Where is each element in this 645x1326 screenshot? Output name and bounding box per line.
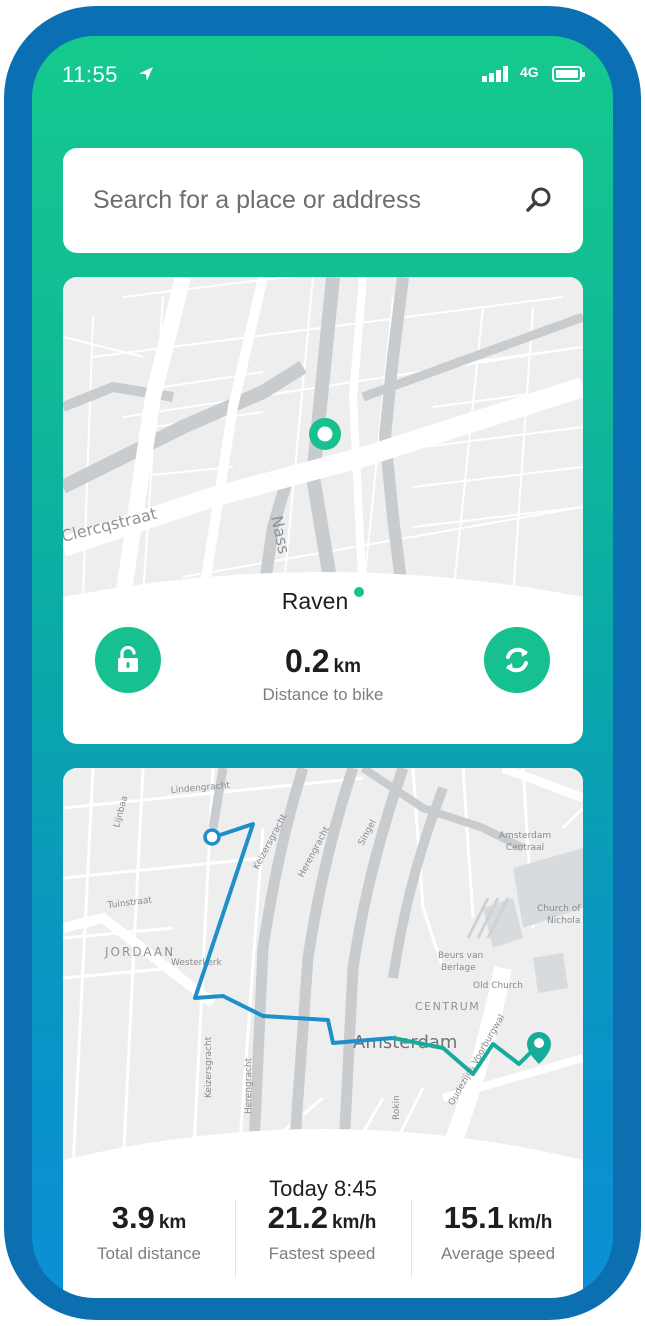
map-label: Centraal [506, 843, 544, 853]
map-district-label: JORDAAN [104, 945, 175, 959]
stat-unit: km [158, 1212, 187, 1233]
distance-unit: km [333, 656, 361, 677]
map-label: Berlage [441, 963, 476, 973]
stat-value: 3.9 [111, 1200, 155, 1235]
stat-unit: km/h [507, 1212, 553, 1233]
map-district-label: CENTRUM [415, 1000, 480, 1013]
bike-status-dot [354, 587, 365, 597]
stat-label: Fastest speed [268, 1244, 376, 1263]
search-bar[interactable] [63, 148, 583, 253]
stat-label: Average speed [440, 1244, 556, 1263]
route-start-icon [203, 828, 221, 846]
search-input[interactable] [93, 178, 513, 222]
distance-number: 0.2 [285, 643, 330, 679]
location-arrow-icon [139, 67, 153, 81]
stat-fastest-speed: 21.2 km/h Fastest speed [236, 1200, 408, 1280]
map-label: Keizersgracht [204, 1036, 214, 1098]
signal-icon [482, 66, 508, 82]
ride-time: Today 8:45 [269, 1176, 377, 1201]
bike-card[interactable]: Clercqstraat Nass Raven 0.2 km Distance … [63, 277, 583, 744]
map-label: Nichola [547, 916, 580, 926]
search-icon[interactable] [525, 186, 553, 214]
app-screen: 11:55 4G Search for a place or address C… [32, 36, 613, 1298]
ride-stats: 3.9 km Total distance 21.2 km/h Fastest sp… [63, 1200, 583, 1280]
status-time: 11:55 [62, 62, 118, 87]
stat-average-speed: 15.1 km/h Average speed [412, 1200, 583, 1280]
map-label: Amsterdam [499, 831, 551, 841]
map-curve [63, 1129, 583, 1178]
bike-location-marker-icon[interactable] [309, 418, 341, 450]
map-city-label: Amsterdam [353, 1032, 457, 1053]
stat-value: 15.1 [443, 1200, 504, 1235]
map-label: Church of [537, 904, 581, 914]
ride-card[interactable]: Lindengracht Lijnbaa Tuinstraat Keizersg… [63, 768, 583, 1298]
map-label: Westerkerk [171, 958, 222, 968]
map-label: Beurs van [438, 951, 483, 961]
refresh-button[interactable] [484, 627, 550, 693]
stat-value: 21.2 [267, 1200, 328, 1235]
network-type: 4G [520, 64, 539, 80]
refresh-icon [506, 647, 528, 673]
bike-name: Raven [281, 588, 349, 614]
map-label: Herengracht [244, 1057, 254, 1114]
status-bar: 11:55 4G [32, 36, 613, 112]
map-label: Old Church [473, 981, 523, 991]
bike-name-row: Raven [63, 587, 583, 615]
stat-total-distance: 3.9 km Total distance [63, 1200, 235, 1280]
stat-label: Total distance [97, 1244, 201, 1263]
battery-icon [552, 66, 585, 82]
stat-unit: km/h [331, 1212, 377, 1233]
